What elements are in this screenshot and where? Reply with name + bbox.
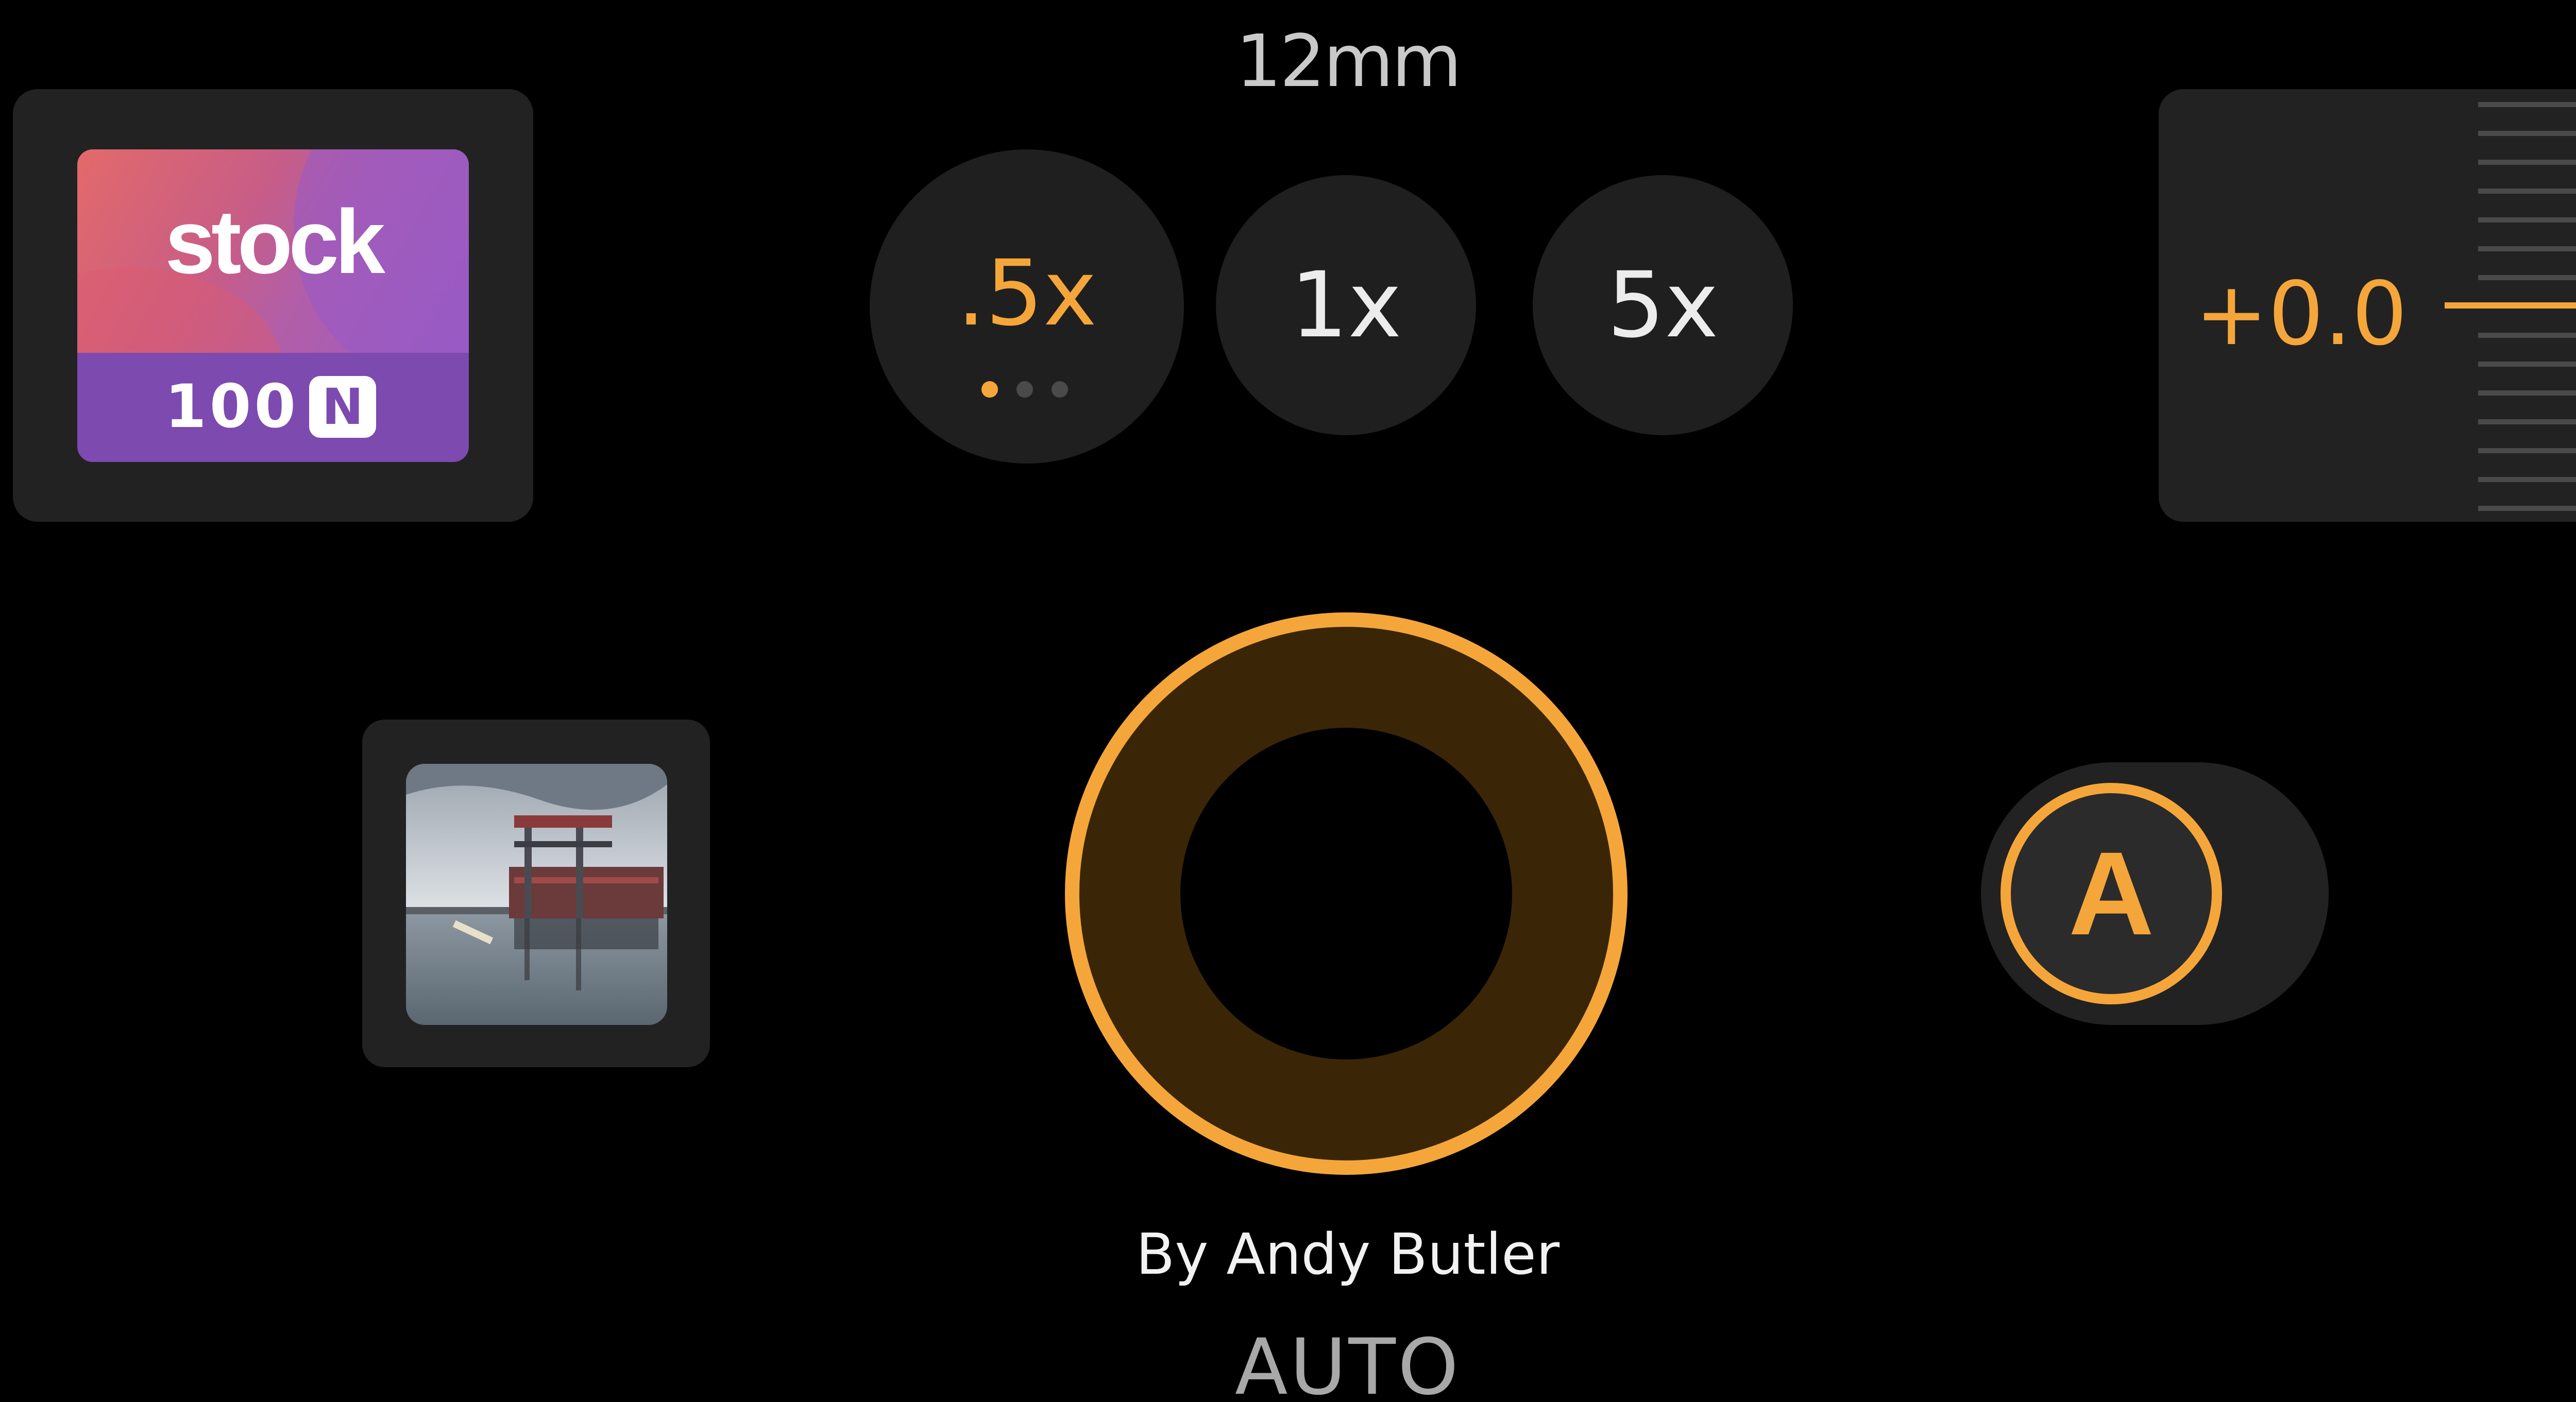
film-iso-label: 100 — [165, 372, 299, 441]
photo-thumbnail-image — [406, 764, 667, 1025]
shutter-button[interactable] — [1063, 610, 1630, 1177]
film-card-artwork: stock — [77, 149, 469, 353]
focal-length-label: 12mm — [1235, 20, 1462, 104]
film-type-badge: N — [309, 376, 376, 438]
film-brand-label: stock — [165, 192, 385, 293]
zoom-5x-button[interactable]: 5x — [1533, 175, 1793, 435]
shutter-button-icon — [1065, 612, 1628, 1175]
author-credit: By Andy Butler — [1136, 1221, 1560, 1287]
film-stock-card[interactable]: stock 100 N — [77, 149, 469, 462]
zoom-page-dot — [1016, 381, 1033, 398]
last-photo-thumbnail[interactable] — [406, 764, 667, 1025]
zoom-1x-button[interactable]: 1x — [1216, 175, 1476, 435]
zoom-0.5x-button[interactable]: .5x — [870, 149, 1184, 464]
zoom-page-dot-active — [981, 381, 998, 398]
zoom-page-dot — [1052, 381, 1068, 398]
exposure-value: +0.0 — [2195, 263, 2408, 365]
film-card-footer: 100 N — [77, 353, 469, 462]
camera-mode-label: AUTO — [1234, 1323, 1461, 1402]
exposure-indicator-line — [2445, 302, 2576, 309]
auto-mode-knob[interactable]: A — [2001, 783, 2222, 1004]
